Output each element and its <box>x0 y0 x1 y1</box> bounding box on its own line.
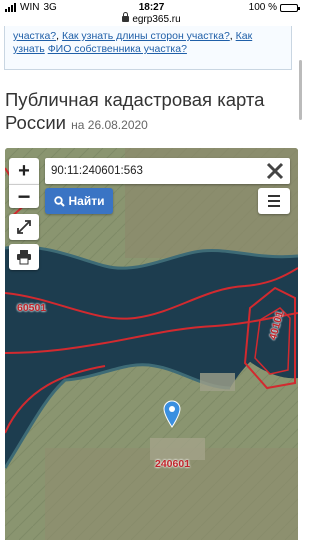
zoom-in-button[interactable]: + <box>9 158 39 184</box>
parcel-label-60501: 60501 <box>17 302 47 314</box>
battery-icon <box>280 3 300 12</box>
find-button-label: Найти <box>68 194 105 208</box>
printer-icon <box>17 250 31 265</box>
zoom-out-button[interactable]: − <box>9 184 39 209</box>
link-side-lengths[interactable]: Как узнать длины сторон участка? <box>62 30 230 42</box>
link-parcel-question[interactable]: участка? <box>13 30 56 42</box>
print-button[interactable] <box>9 244 39 270</box>
fullscreen-button[interactable] <box>9 214 39 240</box>
date-value: 26.08.2020 <box>87 118 148 132</box>
lock-icon <box>122 12 130 22</box>
cadastral-search-box <box>45 158 290 184</box>
expand-icon <box>17 220 31 234</box>
battery-percent: 100 % <box>248 2 277 13</box>
page-scrollbar[interactable] <box>299 60 302 120</box>
menu-icon <box>268 195 280 197</box>
cadastral-number-input[interactable] <box>45 158 255 184</box>
page-title: Публичная кадастровая карта России на 26… <box>5 88 297 137</box>
cadastral-map[interactable]: + − Найти 60501 240601 40101 <box>5 148 298 540</box>
page-date: на 26.08.2020 <box>71 118 148 132</box>
info-box: участка?, Как узнать длины сторон участк… <box>4 26 292 70</box>
status-right: 100 % <box>248 2 300 13</box>
search-icon <box>53 195 65 207</box>
date-prefix: на <box>71 118 85 132</box>
close-icon[interactable] <box>264 160 286 182</box>
location-pin-icon[interactable] <box>163 400 181 428</box>
find-button[interactable]: Найти <box>45 188 113 214</box>
parcel-label-240601: 240601 <box>155 458 191 470</box>
url-text: egrp365.ru <box>132 14 181 25</box>
link-owner-name[interactable]: ФИО собственника участка? <box>48 43 187 55</box>
menu-button[interactable] <box>258 188 290 214</box>
